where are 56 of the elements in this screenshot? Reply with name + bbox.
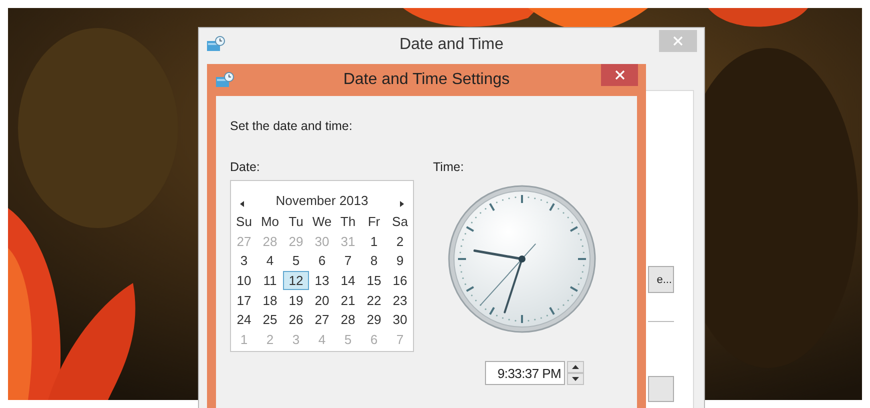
calendar-day[interactable]: 5 [283,251,309,271]
calendar-day[interactable]: 7 [335,251,361,271]
calendar-day[interactable]: 13 [309,270,335,290]
weekday-label: We [311,213,333,232]
right-triangle-icon [398,200,406,208]
selected-day[interactable]: 12 [283,270,309,290]
calendar-day[interactable]: 26 [283,310,309,330]
weekday-label: Tu [288,213,304,232]
calendar-day[interactable]: 29 [361,310,387,330]
calendar-day[interactable]: 10 [231,270,257,290]
calendar-day[interactable]: 14 [335,270,361,290]
calendar-day[interactable]: 8 [361,251,387,271]
calendar-day[interactable]: 28 [335,310,361,330]
calendar-day[interactable]: 15 [361,270,387,290]
left-triangle-icon [238,200,246,208]
calendar-day[interactable]: 18 [257,290,283,310]
calendar-day[interactable]: 1 [361,232,387,252]
weekday-label: Th [339,213,357,232]
dialog-title: Date and Time Settings [343,71,510,89]
close-button[interactable] [601,64,638,86]
calendar-day[interactable]: 30 [387,310,413,330]
calendar-day[interactable]: 25 [257,310,283,330]
calendar-day[interactable]: 27 [309,310,335,330]
clock-calendar-icon [216,72,234,88]
calendar-day[interactable]: 3 [231,251,257,271]
calendar-day[interactable]: 16 [387,270,413,290]
calendar-day[interactable]: 11 [257,270,283,290]
date-label: Date: [230,160,261,174]
instruction-text: Set the date and time: [230,119,354,133]
clock-calendar-icon [207,36,225,52]
window-title: Date and Time [399,36,504,54]
down-triangle-icon [572,377,579,381]
close-icon [614,70,624,80]
calendar-day[interactable]: 9 [387,251,413,271]
decrement-button[interactable] [567,373,584,385]
weekday-label: Sa [391,213,409,232]
calendar-day[interactable]: 6 [309,251,335,271]
calendar-day[interactable]: 21 [335,290,361,310]
calendar-day[interactable]: 17 [231,290,257,310]
calendar-day[interactable]: 24 [231,310,257,330]
change-button[interactable]: e... [648,266,674,293]
weekday-label: Mo [260,213,280,232]
time-field[interactable]: 9:33:37 PM [485,361,565,385]
calendar-day[interactable]: 23 [387,290,413,310]
calendar-day[interactable]: 2 [387,232,413,252]
calendar-day[interactable]: 19 [283,290,309,310]
weekday-label: Su [235,213,253,232]
time-label: Time: [433,160,465,174]
weekday-label: Fr [366,213,382,232]
calendar-day[interactable]: 20 [309,290,335,310]
close-icon [673,36,683,46]
calendar-day[interactable]: 22 [361,290,387,310]
up-triangle-icon [572,365,579,369]
increment-button[interactable] [567,361,584,373]
month-title[interactable]: November 2013 [276,192,368,208]
calendar-day[interactable]: 4 [257,251,283,271]
